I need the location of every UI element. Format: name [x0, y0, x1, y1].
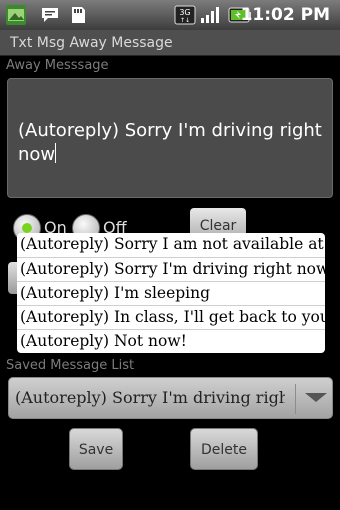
- signal-icon: [200, 5, 222, 25]
- save-button[interactable]: Save: [69, 428, 123, 470]
- gallery-icon: [6, 5, 26, 25]
- 3g-icon: 3G ↑↓: [174, 5, 196, 25]
- svg-text:↑↓: ↑↓: [180, 17, 190, 24]
- svg-text:3G: 3G: [179, 8, 190, 17]
- away-message-text: (Autoreply) Sorry I'm driving right now: [18, 120, 322, 165]
- popup-option[interactable]: (Autoreply) In class, I'll get back to y…: [17, 305, 325, 329]
- popup-option[interactable]: (Autoreply) Sorry I am not available at …: [17, 233, 325, 257]
- saved-message-spinner[interactable]: (Autoreply) Sorry I'm driving right now: [8, 377, 333, 419]
- popup-option[interactable]: (Autoreply) I'm sleeping: [17, 281, 325, 305]
- away-message-label: Away Messsage: [6, 58, 109, 73]
- delete-button[interactable]: Delete: [190, 428, 258, 470]
- popup-option[interactable]: (Autoreply) Sorry I'm driving right now: [17, 257, 325, 281]
- sd-card-icon: [68, 5, 88, 25]
- autoreply-options-popup: (Autoreply) Sorry I am not available at …: [17, 233, 325, 353]
- clock-time: 11:02 PM: [240, 5, 330, 25]
- message-icon: [40, 5, 60, 25]
- app-title: Txt Msg Away Message: [0, 30, 340, 56]
- chevron-down-icon[interactable]: [305, 393, 327, 402]
- text-caret: [55, 143, 57, 163]
- spinner-divider: [295, 384, 296, 414]
- popup-option[interactable]: (Autoreply) Not now!: [17, 329, 325, 353]
- saved-list-label: Saved Message List: [6, 358, 135, 373]
- saved-message-selected: (Autoreply) Sorry I'm driving right now: [15, 388, 285, 407]
- away-message-input[interactable]: (Autoreply) Sorry I'm driving right now: [7, 78, 333, 198]
- status-bar: 3G ↑↓ 11:02 PM: [0, 0, 340, 30]
